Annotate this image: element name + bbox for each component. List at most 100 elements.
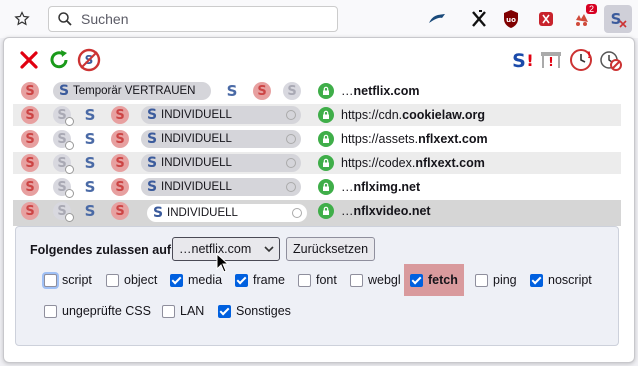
- untrusted-preset-icon[interactable]: S: [21, 154, 39, 172]
- svg-text:S: S: [512, 50, 526, 72]
- custom-permissions-panel: Folgendes zulassen auf …netflix.com Zurü…: [15, 226, 619, 346]
- default-preset-icon[interactable]: S: [53, 106, 74, 126]
- preset-selector[interactable]: S INDIVIDUELL: [141, 106, 301, 124]
- temp-clock-icon: [286, 182, 296, 192]
- checkbox[interactable]: [170, 273, 183, 287]
- cap-ping[interactable]: ping: [475, 269, 517, 291]
- preset-label: INDIVIDUELL: [161, 133, 232, 145]
- site-url[interactable]: https://cdn.cookielaw.org: [341, 108, 485, 122]
- cap-object[interactable]: object: [106, 269, 157, 291]
- options-icon[interactable]: S: [76, 47, 102, 73]
- preset-selector[interactable]: S INDIVIDUELL: [141, 130, 301, 148]
- preset-selector[interactable]: S INDIVIDUELL: [147, 204, 307, 222]
- revoke-temp-icon[interactable]: [598, 47, 624, 73]
- cap-lan[interactable]: LAN: [162, 300, 204, 322]
- default-preset-icon[interactable]: S: [53, 154, 74, 174]
- custom-preset-icon: S: [146, 179, 158, 195]
- reset-button[interactable]: Zurücksetzen: [286, 237, 376, 261]
- cap-noscript[interactable]: noscript: [530, 269, 592, 291]
- default-preset-icon[interactable]: S: [53, 202, 74, 222]
- cap-unchecked-css[interactable]: ungeprüfte CSS: [44, 300, 151, 322]
- untrusted-preset-icon[interactable]: S: [21, 202, 39, 220]
- lock-icon: [318, 83, 334, 99]
- svg-text:S: S: [611, 10, 622, 28]
- site-row: S S S S S INDIVIDUELL https://assets.nfl…: [13, 128, 621, 150]
- preset-label: INDIVIDUELL: [161, 157, 232, 169]
- noscript-toolbar-icon[interactable]: S: [604, 5, 632, 33]
- untrusted-preset-icon[interactable]: S: [21, 82, 39, 100]
- untrusted-preset-icon[interactable]: S: [21, 130, 39, 148]
- preset-selector[interactable]: S INDIVIDUELL: [141, 178, 301, 196]
- temp-clock-icon: [292, 208, 302, 218]
- checkbox[interactable]: [235, 273, 248, 287]
- temp-clock-icon: [286, 110, 296, 120]
- site-url[interactable]: …nflximg.net: [341, 180, 420, 194]
- custom-preset-icon: S: [146, 107, 158, 123]
- custom-preset-icon: S: [146, 155, 158, 171]
- trusted-preset-icon[interactable]: S: [223, 82, 241, 100]
- trusted-preset-icon[interactable]: S: [81, 202, 99, 220]
- checkbox[interactable]: [162, 304, 175, 318]
- svg-text:uo: uo: [506, 16, 516, 24]
- custom-preset-icon[interactable]: S: [283, 82, 301, 100]
- trusted-preset-icon[interactable]: S: [81, 154, 99, 172]
- default-preset-icon[interactable]: S: [53, 130, 74, 150]
- untrusted-preset-icon[interactable]: S: [21, 178, 39, 196]
- temp-clock-icon: [286, 158, 296, 168]
- checkbox[interactable]: [350, 273, 363, 287]
- close-icon[interactable]: [16, 47, 42, 73]
- default-preset-icon[interactable]: S: [53, 178, 74, 198]
- temp-allow-page-icon[interactable]: !: [538, 47, 564, 73]
- site-url[interactable]: …netflix.com: [341, 84, 420, 98]
- checkbox[interactable]: [106, 273, 119, 287]
- checkbox[interactable]: [44, 304, 57, 318]
- checkbox[interactable]: [530, 273, 543, 287]
- site-row: S S Temporär VERTRAUEN S S S …netflix.co…: [13, 80, 621, 102]
- untrusted-preset-icon[interactable]: S: [111, 130, 129, 148]
- trusted-preset-icon[interactable]: S: [81, 106, 99, 124]
- site-row: S S S S S INDIVIDUELL https://cdn.cookie…: [13, 104, 621, 126]
- checkbox[interactable]: [298, 273, 311, 287]
- untrusted-preset-icon[interactable]: S: [21, 106, 39, 124]
- search-icon: [57, 11, 73, 30]
- cap-fetch[interactable]: fetch: [404, 264, 464, 296]
- extension-x-icon[interactable]: [467, 7, 491, 31]
- search-input[interactable]: Suchen: [48, 6, 338, 32]
- bookmark-star-icon[interactable]: [10, 7, 34, 31]
- lock-icon: [318, 203, 334, 219]
- preset-selector[interactable]: S INDIVIDUELL: [141, 154, 301, 172]
- checkbox[interactable]: [44, 273, 57, 287]
- temp-trusted-icon: S: [58, 83, 70, 99]
- cap-frame[interactable]: frame: [235, 269, 285, 291]
- extension-badge-icon[interactable]: 2: [570, 4, 597, 31]
- checkbox[interactable]: [218, 304, 231, 318]
- site-url[interactable]: https://assets.nflxext.com: [341, 132, 488, 146]
- untrusted-preset-icon[interactable]: S: [111, 202, 129, 220]
- cap-media[interactable]: media: [170, 269, 222, 291]
- cap-other[interactable]: Sonstiges: [218, 300, 291, 322]
- lock-icon: [318, 107, 334, 123]
- temp-allow-clock-icon[interactable]: !: [568, 47, 594, 73]
- untrusted-preset-icon[interactable]: S: [111, 106, 129, 124]
- reload-icon[interactable]: [46, 47, 72, 73]
- extension-wave-icon[interactable]: [425, 7, 449, 31]
- untrusted-preset-icon[interactable]: S: [111, 178, 129, 196]
- trusted-preset-icon[interactable]: S: [81, 130, 99, 148]
- untrusted-preset-icon[interactable]: S: [253, 82, 271, 100]
- custom-preset-icon: S: [152, 205, 164, 221]
- site-url[interactable]: …nflxvideo.net: [341, 204, 431, 218]
- site-url[interactable]: https://codex.nflxext.com: [341, 156, 485, 170]
- preset-selector[interactable]: S Temporär VERTRAUEN: [53, 82, 211, 100]
- extension-shield-icon[interactable]: [534, 7, 558, 31]
- trusted-preset-icon[interactable]: S: [81, 178, 99, 196]
- browser-toolbar: Suchen uo 2 S: [0, 0, 638, 38]
- checkbox[interactable]: [475, 273, 488, 287]
- cap-font[interactable]: font: [298, 269, 337, 291]
- checkbox[interactable]: [410, 273, 423, 287]
- untrusted-preset-icon[interactable]: S: [111, 154, 129, 172]
- ublock-icon[interactable]: uo: [499, 7, 523, 31]
- cap-script[interactable]: script: [44, 269, 92, 291]
- cap-webgl[interactable]: webgl: [350, 269, 401, 291]
- global-allow-icon[interactable]: S!: [509, 47, 535, 73]
- svg-text:!: !: [548, 55, 553, 69]
